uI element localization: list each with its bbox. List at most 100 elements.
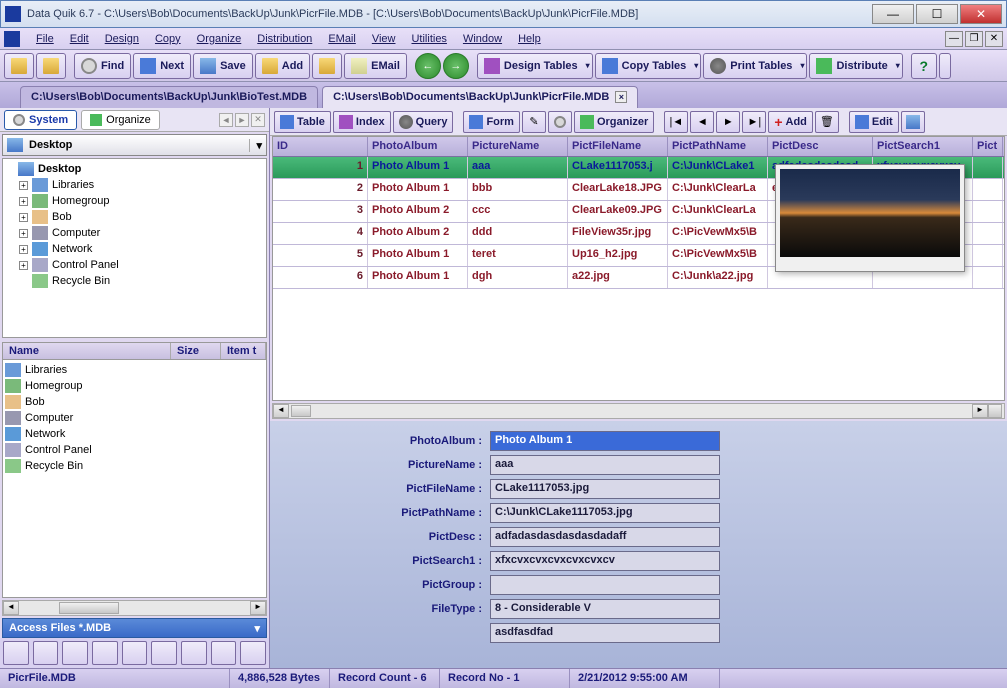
edit-button[interactable]: Edit [849,111,899,133]
file-row-3[interactable]: Computer [5,410,264,426]
folder-tree[interactable]: Desktop+Libraries+Homegroup+Bob+Computer… [2,158,267,338]
distribute-button[interactable]: Distribute [809,53,902,79]
form-value-input[interactable]: CLake1117053.jpg [490,479,720,499]
grid-vscroll-thumb[interactable] [988,404,1002,418]
location-combo[interactable]: Desktop [2,134,267,156]
print-tables-button[interactable]: Print Tables [703,53,807,79]
scroll-left-button[interactable]: ◄ [3,601,19,615]
query-button[interactable]: Query [393,111,454,133]
form-value-input[interactable]: aaa [490,455,720,475]
system-tab[interactable]: System [4,110,77,130]
left-hscroll[interactable]: ◄ ► [2,600,267,616]
grid-col-pictsearch1[interactable]: PictSearch1 [873,137,973,156]
export-button[interactable] [312,53,342,79]
bottombtn-8[interactable] [211,641,237,665]
tree-node-4[interactable]: +Computer [5,225,264,241]
form-value-input[interactable]: asdfasdfad [490,623,720,643]
maximize-button[interactable]: ☐ [916,4,958,24]
doc-tab-close[interactable]: × [615,91,627,103]
toolbar-overflow-button[interactable] [939,53,951,79]
mdi-minimize-button[interactable]: — [945,31,963,47]
scroll-right-button[interactable]: ► [250,601,266,615]
grid-col-picturename[interactable]: PictureName [468,137,568,156]
index-button[interactable]: Index [333,111,391,133]
file-row-6[interactable]: Recycle Bin [5,458,264,474]
form-value-input[interactable]: xfxcvxcvxcvxcvxcvxcv [490,551,720,571]
menu-utilities[interactable]: Utilities [403,30,454,48]
tree-expand-icon[interactable]: + [19,197,28,206]
grid-scroll-right[interactable]: ► [972,404,988,418]
grid-col-pictfilename[interactable]: PictFileName [568,137,668,156]
file-row-2[interactable]: Bob [5,394,264,410]
grid-col-pictpathname[interactable]: PictPathName [668,137,768,156]
bottombtn-3[interactable] [62,641,88,665]
grid-scroll-left[interactable]: ◄ [273,404,289,418]
find-button[interactable]: Find [74,53,131,79]
leftnav-fwd-button[interactable]: ► [235,113,249,127]
bottombtn-4[interactable] [92,641,118,665]
menu-edit[interactable]: Edit [62,30,97,48]
pencil-button[interactable]: ✎ [522,111,546,133]
tree-node-1[interactable]: +Libraries [5,177,264,193]
save-record-button[interactable] [901,111,925,133]
tree-expand-icon[interactable]: + [19,245,28,254]
tree-expand-icon[interactable]: + [19,181,28,190]
form-value-input[interactable]: Photo Album 1 [490,431,720,451]
form-value-input[interactable] [490,575,720,595]
scroll-thumb[interactable] [59,602,119,614]
menu-view[interactable]: View [364,30,404,48]
tree-node-7[interactable]: Recycle Bin [5,273,264,289]
grid-hscroll[interactable]: ◄ ► [272,403,1005,419]
bottombtn-6[interactable] [151,641,177,665]
tree-node-5[interactable]: +Network [5,241,264,257]
col-size[interactable]: Size [171,343,221,359]
organize-tab[interactable]: Organize [81,110,160,130]
open-folder2-button[interactable] [36,53,66,79]
grid-scroll-thumb[interactable] [291,405,311,417]
mdi-restore-button[interactable]: ❐ [965,31,983,47]
table-view-button[interactable]: Table [274,111,331,133]
open-folder-button[interactable] [4,53,34,79]
organizer-button[interactable]: Organizer [574,111,654,133]
form-value-input[interactable]: C:\Junk\CLake1117053.jpg [490,503,720,523]
minimize-button[interactable]: — [872,4,914,24]
help-button[interactable]: ? [911,53,937,79]
tree-node-2[interactable]: +Homegroup [5,193,264,209]
menu-design[interactable]: Design [97,30,147,48]
bottombtn-7[interactable] [181,641,207,665]
tree-node-3[interactable]: +Bob [5,209,264,225]
tree-expand-icon[interactable]: + [19,213,28,222]
email-button[interactable]: EMail [344,53,407,79]
tree-node-0[interactable]: Desktop [5,161,264,177]
doc-tab-0[interactable]: C:\Users\Bob\Documents\BackUp\Junk\BioTe… [20,86,318,108]
grid-col-id[interactable]: ID [273,137,368,156]
delete-button[interactable]: 🗑 [815,111,839,133]
tree-node-6[interactable]: +Control Panel [5,257,264,273]
grid-col-pictdesc[interactable]: PictDesc [768,137,873,156]
nav-next-button[interactable]: ► [716,111,740,133]
add-toolbar-button[interactable]: Add [255,53,310,79]
col-item[interactable]: Item t [221,343,266,359]
nav-first-button[interactable]: |◄ [664,111,688,133]
form-button[interactable]: Form [463,111,520,133]
mdi-close-button[interactable]: ✕ [985,31,1003,47]
nav-back-button[interactable]: ← [415,53,441,79]
menu-distribution[interactable]: Distribution [249,30,320,48]
tree-expand-icon[interactable]: + [19,229,28,238]
bottombtn-5[interactable] [122,641,148,665]
grid-col-photoalbum[interactable]: PhotoAlbum [368,137,468,156]
bottombtn-2[interactable] [33,641,59,665]
menu-file[interactable]: File [28,30,62,48]
file-row-5[interactable]: Control Panel [5,442,264,458]
copy-tables-button[interactable]: Copy Tables [595,53,702,79]
nav-last-button[interactable]: ►| [742,111,766,133]
leftnav-close-button[interactable]: ✕ [251,113,265,127]
menu-help[interactable]: Help [510,30,549,48]
bottombtn-9[interactable] [240,641,266,665]
col-name[interactable]: Name [3,343,171,359]
menu-window[interactable]: Window [455,30,510,48]
tree-expand-icon[interactable]: + [19,261,28,270]
nav-forward-button[interactable]: → [443,53,469,79]
access-files-bar[interactable]: Access Files *.MDB [2,618,267,638]
file-list[interactable]: LibrariesHomegroupBobComputerNetworkCont… [2,360,267,598]
